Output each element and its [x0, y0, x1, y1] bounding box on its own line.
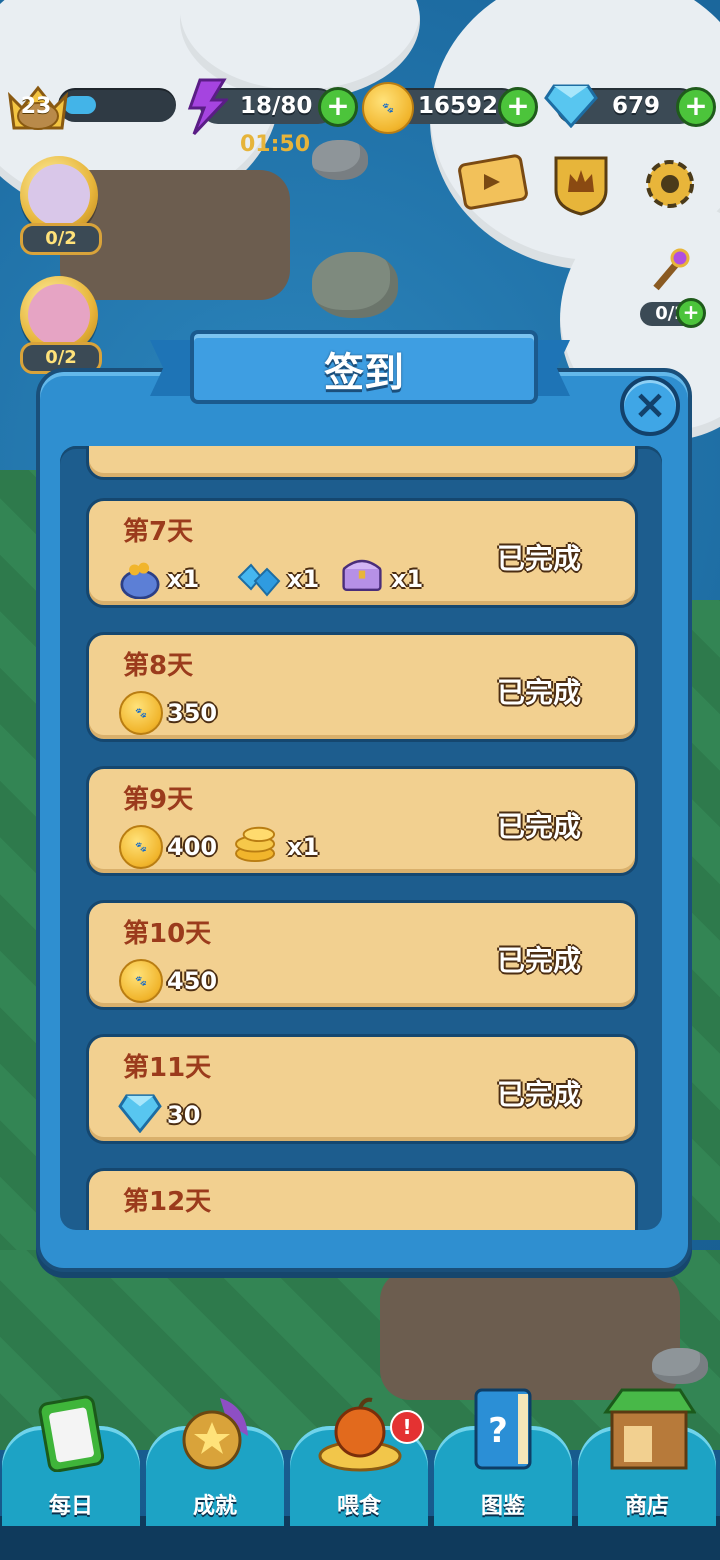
- nav-shop[interactable]: 商店: [578, 1388, 716, 1526]
- list-item-day8: 第8天 🐾 350 已完成: [86, 632, 638, 742]
- coin-stack-icon: [235, 826, 276, 863]
- day-label: 第10天: [123, 919, 212, 949]
- reward-amount: x1: [167, 565, 200, 593]
- nav-label: 每日: [48, 1494, 93, 1519]
- gem-value: 679: [612, 93, 661, 119]
- bottom-nav: 每日 成就 ! 喂食 ? 图鉴 商店: [0, 1388, 720, 1560]
- hourglass-icon: [28, 284, 90, 346]
- list-item-day12: 第12天: [86, 1168, 638, 1230]
- day-label: 第7天: [123, 517, 194, 547]
- video-ad-ticket-icon[interactable]: [458, 150, 528, 214]
- reward-amount: 450: [167, 967, 218, 995]
- check-in-list[interactable]: 第7天 x1 x1 x1 已完成 第8天 🐾 350 已完成 第9天 🐾 400: [60, 446, 662, 1230]
- star-medal-icon: [182, 1398, 248, 1470]
- xp-bar: [58, 88, 176, 122]
- list-item-day11: 第11天 30 已完成: [86, 1034, 638, 1144]
- add-wand-button[interactable]: +: [676, 298, 706, 328]
- paw-coin-icon: 🐾: [119, 691, 163, 735]
- flower-garden-icon: [28, 164, 90, 226]
- day-label: 第9天: [123, 785, 194, 815]
- svg-text:?: ?: [488, 1411, 508, 1451]
- diamond-icon: [544, 84, 598, 128]
- day-label: 第8天: [123, 651, 194, 681]
- treasure-chest-icon: [342, 559, 382, 591]
- list-item-day7: 第7天 x1 x1 x1 已完成: [86, 498, 638, 608]
- top-hud: 23 18/80 + 16592 🐾 + 679 +: [0, 78, 720, 138]
- coin-bag-icon: [120, 562, 160, 599]
- energy-timer: 01:50: [240, 132, 311, 157]
- dialog-title-banner: 签到: [150, 330, 570, 404]
- nav-collection[interactable]: ? 图鉴: [434, 1388, 572, 1526]
- magic-wand-icon[interactable]: [642, 242, 700, 300]
- day-label: 第12天: [123, 1187, 212, 1217]
- lightning-icon: [187, 78, 228, 136]
- crown-shield-icon[interactable]: [550, 152, 612, 216]
- day-label: 第11天: [123, 1053, 212, 1083]
- reward-amount: 30: [167, 1101, 201, 1129]
- status-completed: 已完成: [496, 676, 581, 709]
- nav-label: 喂食: [336, 1494, 381, 1519]
- status-completed: 已完成: [496, 944, 581, 977]
- book-icon: ?: [474, 1388, 532, 1470]
- side-event-count-1: 0/2: [20, 223, 102, 255]
- nav-label: 商店: [624, 1494, 669, 1519]
- paw-coin-icon: 🐾: [362, 82, 414, 134]
- blue-gems-icon: [237, 563, 281, 597]
- nav-feed[interactable]: ! 喂食: [290, 1397, 428, 1526]
- gear-icon[interactable]: [638, 152, 702, 216]
- list-item-partial: [86, 446, 638, 480]
- nav-label: 图鉴: [480, 1494, 525, 1519]
- reward-amount: 350: [167, 699, 218, 727]
- paw-coin-icon: 🐾: [119, 825, 163, 869]
- player-level: 23: [20, 94, 52, 119]
- add-energy-button[interactable]: +: [318, 87, 358, 127]
- energy-value: 18/80: [240, 93, 313, 119]
- alert-badge: !: [390, 1410, 424, 1444]
- nav-daily[interactable]: 每日: [2, 1395, 140, 1526]
- close-button[interactable]: ×: [620, 376, 680, 436]
- apple-icon: [318, 1397, 402, 1472]
- reward-amount: x1: [391, 565, 424, 593]
- list-item-day9: 第9天 🐾 400 x1 已完成: [86, 766, 638, 876]
- reward-amount: 400: [167, 833, 218, 861]
- clipboard-icon: [38, 1395, 104, 1472]
- list-item-day10: 第10天 🐾 450 已完成: [86, 900, 638, 1010]
- dialog-title: 签到: [324, 350, 404, 396]
- status-completed: 已完成: [496, 810, 581, 843]
- status-completed: 已完成: [496, 542, 581, 575]
- reward-amount: x1: [287, 833, 320, 861]
- add-coins-button[interactable]: +: [498, 87, 538, 127]
- paw-coin-icon: 🐾: [119, 959, 163, 1003]
- nav-label: 成就: [192, 1494, 237, 1519]
- nav-achievements[interactable]: 成就: [146, 1398, 284, 1526]
- status-completed: 已完成: [496, 1078, 581, 1111]
- add-gems-button[interactable]: +: [676, 87, 716, 127]
- diamond-icon: [118, 1094, 162, 1133]
- reward-amount: x1: [287, 565, 320, 593]
- coin-value: 16592: [418, 93, 499, 119]
- shop-icon: [603, 1388, 696, 1470]
